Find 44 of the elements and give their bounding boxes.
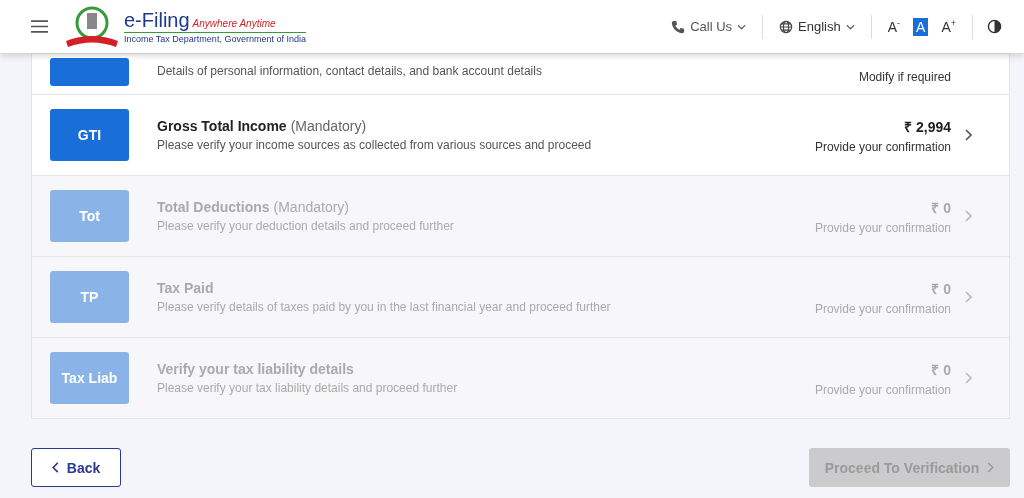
section-amount: ₹ 0 bbox=[930, 279, 951, 298]
section-amount: ₹ 0 bbox=[930, 198, 951, 217]
chevron-left-icon bbox=[51, 462, 59, 473]
section-amount: ₹ 2,994 bbox=[903, 117, 951, 136]
section-title: Total Deductions (Mandatory) bbox=[157, 199, 350, 215]
section-badge: Tot bbox=[50, 190, 129, 242]
language-dropdown[interactable]: English bbox=[771, 19, 863, 34]
chevron-right-icon bbox=[965, 291, 972, 303]
font-size-button[interactable]: A bbox=[913, 17, 929, 36]
caret-icon bbox=[737, 23, 747, 30]
brand-tagline: Anywhere Anytime bbox=[192, 18, 276, 29]
section-badge: TP bbox=[50, 271, 129, 323]
menu-icon[interactable] bbox=[31, 20, 48, 33]
section-status: Provide your confirmation bbox=[814, 139, 951, 154]
section-status: Provide your confirmation bbox=[814, 382, 951, 397]
chevron-right-icon bbox=[965, 129, 972, 141]
phone-icon bbox=[671, 19, 686, 34]
font-size-button[interactable]: A$^{+}$ bbox=[938, 17, 959, 36]
section-status: Modify if required bbox=[858, 70, 951, 84]
emblem-logo-icon bbox=[64, 4, 120, 49]
section-badge: Tax Liab bbox=[50, 352, 129, 404]
font-size-button[interactable]: A$^{-}$ bbox=[884, 17, 904, 36]
section-status: Provide your confirmation bbox=[814, 220, 951, 235]
section-description: Please verify your deduction details and proceed further bbox=[157, 219, 455, 233]
contrast-icon[interactable] bbox=[987, 19, 1002, 34]
caret-icon bbox=[845, 23, 855, 30]
section-badge: GTI bbox=[50, 109, 129, 161]
chevron-right-icon bbox=[965, 372, 972, 384]
brand-name: e-Filing bbox=[124, 9, 190, 32]
globe-icon bbox=[779, 19, 794, 34]
back-button[interactable]: Back bbox=[31, 448, 121, 487]
section-title: Tax Paid bbox=[157, 280, 215, 296]
section-title: Verify your tax liability details bbox=[157, 361, 355, 377]
section-status: Provide your confirmation bbox=[814, 301, 951, 316]
section-amount: ₹ 0 bbox=[930, 360, 951, 379]
chevron-right-icon bbox=[987, 462, 995, 473]
section-title: Gross Total Income (Mandatory) bbox=[157, 118, 368, 134]
section-description: Please verify your income sources as collected from various sources and proceed bbox=[157, 138, 593, 152]
section-description: Please verify details of taxes paid by you in the last financial year and proceed further bbox=[157, 300, 612, 314]
chevron-right-icon bbox=[965, 210, 972, 222]
section-description: Details of personal information, contact details, and bank account details bbox=[157, 64, 543, 78]
section-description: Please verify your tax liability details and proceed further bbox=[157, 381, 459, 395]
department-name: Income Tax Department, Government of India bbox=[124, 34, 306, 44]
call-us-button[interactable]: Call Us bbox=[663, 19, 755, 34]
